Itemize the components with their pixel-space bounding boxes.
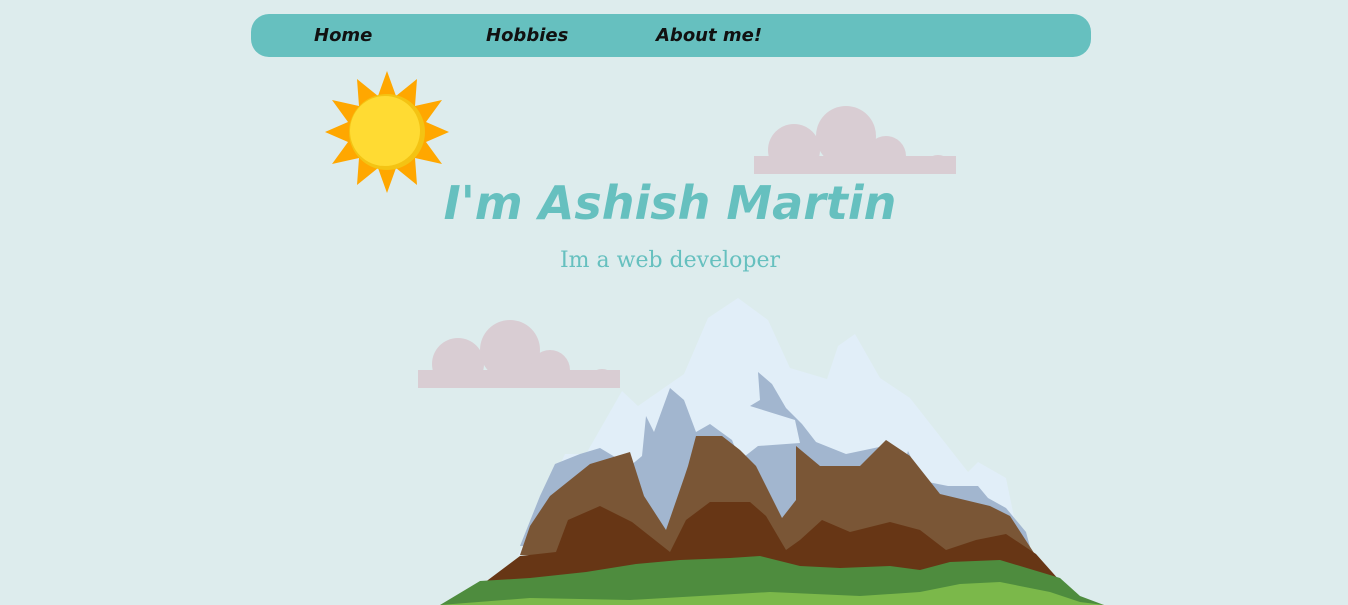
page-canvas: Home Hobbies About me! I'm Ashish Martin…	[0, 0, 1348, 605]
hero-title: I'm Ashish Martin	[443, 176, 897, 230]
cloud-icon	[754, 106, 956, 174]
nav-link-home[interactable]: Home	[314, 24, 372, 48]
top-navbar: Home Hobbies About me!	[251, 14, 1091, 57]
nav-link-hobbies[interactable]: Hobbies	[486, 24, 568, 48]
hero-subtitle: Im a web developer	[559, 248, 781, 273]
mountain-illustration	[440, 298, 1104, 605]
sun-core	[350, 96, 420, 166]
nav-link-about[interactable]: About me!	[656, 24, 762, 48]
